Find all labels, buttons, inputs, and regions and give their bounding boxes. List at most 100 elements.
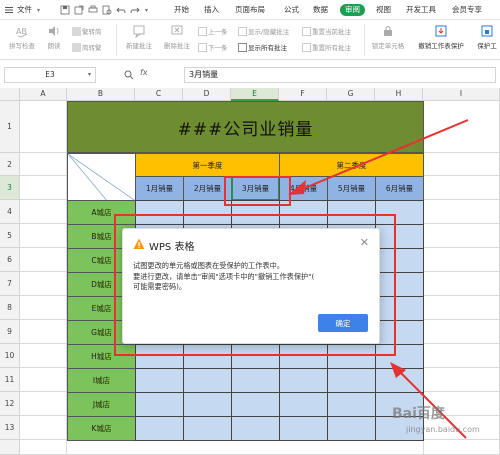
undo-icon[interactable] — [116, 5, 126, 15]
formula-input[interactable]: 3月销量 — [184, 67, 496, 83]
quick-access-dropdown-icon[interactable]: ▾ — [145, 5, 148, 17]
tab-home[interactable]: 开始 — [174, 4, 189, 16]
tab-formula[interactable]: 公式 — [284, 4, 299, 16]
reset-current-comment-button[interactable]: 重置当前批注 — [302, 26, 351, 36]
hamburger-menu-icon[interactable] — [4, 5, 14, 15]
store-name-cell[interactable]: A城店 — [67, 200, 136, 225]
sales-data-cell[interactable] — [135, 416, 184, 441]
store-name-cell[interactable]: I城店 — [67, 368, 136, 393]
redo-icon[interactable] — [130, 5, 140, 15]
empty-cell[interactable] — [20, 368, 67, 392]
sales-data-cell[interactable] — [375, 272, 424, 297]
sales-data-cell[interactable] — [279, 392, 328, 417]
sales-data-cell[interactable] — [279, 416, 328, 441]
store-name-cell[interactable]: K城店 — [67, 416, 136, 441]
sales-data-cell[interactable] — [327, 200, 376, 225]
zoom-icon[interactable] — [124, 70, 134, 80]
print-preview-icon[interactable] — [102, 5, 112, 15]
header-diagonal-cell[interactable] — [67, 153, 136, 201]
sales-data-cell[interactable] — [327, 368, 376, 393]
sales-data-cell[interactable] — [183, 200, 232, 225]
tab-data[interactable]: 数据 — [313, 4, 328, 16]
row-header-5[interactable]: 5 — [0, 224, 20, 248]
empty-cell[interactable] — [20, 101, 67, 153]
empty-cell[interactable] — [20, 272, 67, 296]
sales-data-cell[interactable] — [327, 392, 376, 417]
tab-insert[interactable]: 插入 — [204, 4, 219, 16]
sales-data-cell[interactable] — [135, 344, 184, 369]
store-name-cell[interactable]: J城店 — [67, 392, 136, 417]
row-header-12[interactable]: 12 — [0, 392, 20, 416]
trad-to-simp-button[interactable]: 繁转简 — [72, 26, 102, 36]
empty-cell[interactable] — [424, 344, 500, 368]
protect-workbook-button[interactable]: 保护工 — [472, 24, 500, 50]
sales-data-cell[interactable] — [375, 224, 424, 249]
sales-data-cell[interactable] — [135, 200, 184, 225]
empty-cell[interactable] — [20, 440, 67, 455]
tab-page-layout[interactable]: 页面布局 — [235, 4, 265, 16]
empty-cell[interactable] — [424, 440, 500, 455]
close-icon[interactable]: ✕ — [360, 236, 369, 249]
row-header-3[interactable]: 3 — [0, 176, 20, 200]
month-cell-3-selected[interactable]: 3月销量 — [231, 176, 280, 201]
row-header-11[interactable]: 11 — [0, 368, 20, 392]
column-header-f[interactable]: F — [279, 88, 327, 101]
sales-data-cell[interactable] — [231, 200, 280, 225]
sales-data-cell[interactable] — [135, 368, 184, 393]
empty-cell[interactable] — [424, 224, 500, 248]
read-aloud-button[interactable]: 朗读 — [42, 24, 66, 50]
show-all-comments-button[interactable]: 显示所有批注 — [238, 42, 287, 52]
row-header-13[interactable]: 13 — [0, 416, 20, 440]
empty-cell[interactable] — [424, 101, 500, 153]
function-icon[interactable]: fx — [140, 68, 148, 77]
sales-data-cell[interactable] — [183, 416, 232, 441]
sales-data-cell[interactable] — [327, 416, 376, 441]
sales-data-cell[interactable] — [375, 344, 424, 369]
lock-cell-button[interactable]: 锁定单元格 — [366, 24, 410, 50]
empty-cell[interactable] — [20, 153, 67, 176]
row-header-7[interactable]: 7 — [0, 272, 20, 296]
sales-data-cell[interactable] — [279, 344, 328, 369]
month-cell-6[interactable]: 6月销量 — [375, 176, 424, 201]
empty-cell[interactable] — [424, 200, 500, 224]
empty-cell[interactable] — [20, 176, 67, 200]
empty-cell[interactable] — [20, 344, 67, 368]
column-header-a[interactable]: A — [20, 88, 67, 101]
sales-data-cell[interactable] — [231, 392, 280, 417]
sales-data-cell[interactable] — [231, 416, 280, 441]
empty-cell[interactable] — [20, 224, 67, 248]
row-header-14[interactable] — [0, 440, 20, 455]
empty-cell[interactable] — [424, 296, 500, 320]
tab-view[interactable]: 视图 — [376, 4, 391, 16]
empty-cell[interactable] — [20, 296, 67, 320]
show-hide-comment-button[interactable]: 显示/隐藏批注 — [238, 26, 289, 36]
sales-data-cell[interactable] — [375, 368, 424, 393]
tab-review[interactable]: 审阅 — [340, 4, 365, 16]
sales-data-cell[interactable] — [183, 392, 232, 417]
row-header-1[interactable]: 1 — [0, 101, 20, 153]
month-cell-2[interactable]: 2月销量 — [183, 176, 232, 201]
sales-data-cell[interactable] — [231, 368, 280, 393]
new-comment-button[interactable]: 新建批注 — [120, 24, 158, 50]
empty-cell[interactable] — [424, 153, 500, 176]
print-icon[interactable] — [88, 5, 98, 15]
store-name-cell[interactable]: H城店 — [67, 344, 136, 369]
empty-cell[interactable] — [20, 200, 67, 224]
column-header-c[interactable]: C — [135, 88, 183, 101]
column-header-i[interactable]: I — [423, 88, 500, 101]
sheet-title-cell[interactable]: ###公司业销量 — [67, 101, 424, 153]
reset-all-comments-button[interactable]: 重置所有批注 — [302, 42, 351, 52]
column-header-g[interactable]: G — [327, 88, 375, 101]
tab-developer[interactable]: 开发工具 — [406, 4, 436, 16]
empty-cell[interactable] — [424, 248, 500, 272]
month-cell-5[interactable]: 5月销量 — [327, 176, 376, 201]
export-icon[interactable] — [74, 5, 84, 15]
delete-comment-button[interactable]: 删除批注 — [158, 24, 196, 50]
quarter-2-cell[interactable]: 第二季度 — [279, 153, 424, 177]
sales-data-cell[interactable] — [135, 392, 184, 417]
month-cell-4[interactable]: 4月销量 — [279, 176, 328, 201]
ok-button[interactable]: 确定 — [318, 314, 368, 332]
sales-data-cell[interactable] — [375, 296, 424, 321]
empty-cell[interactable] — [424, 320, 500, 344]
chevron-down-icon[interactable]: ▾ — [88, 68, 91, 82]
